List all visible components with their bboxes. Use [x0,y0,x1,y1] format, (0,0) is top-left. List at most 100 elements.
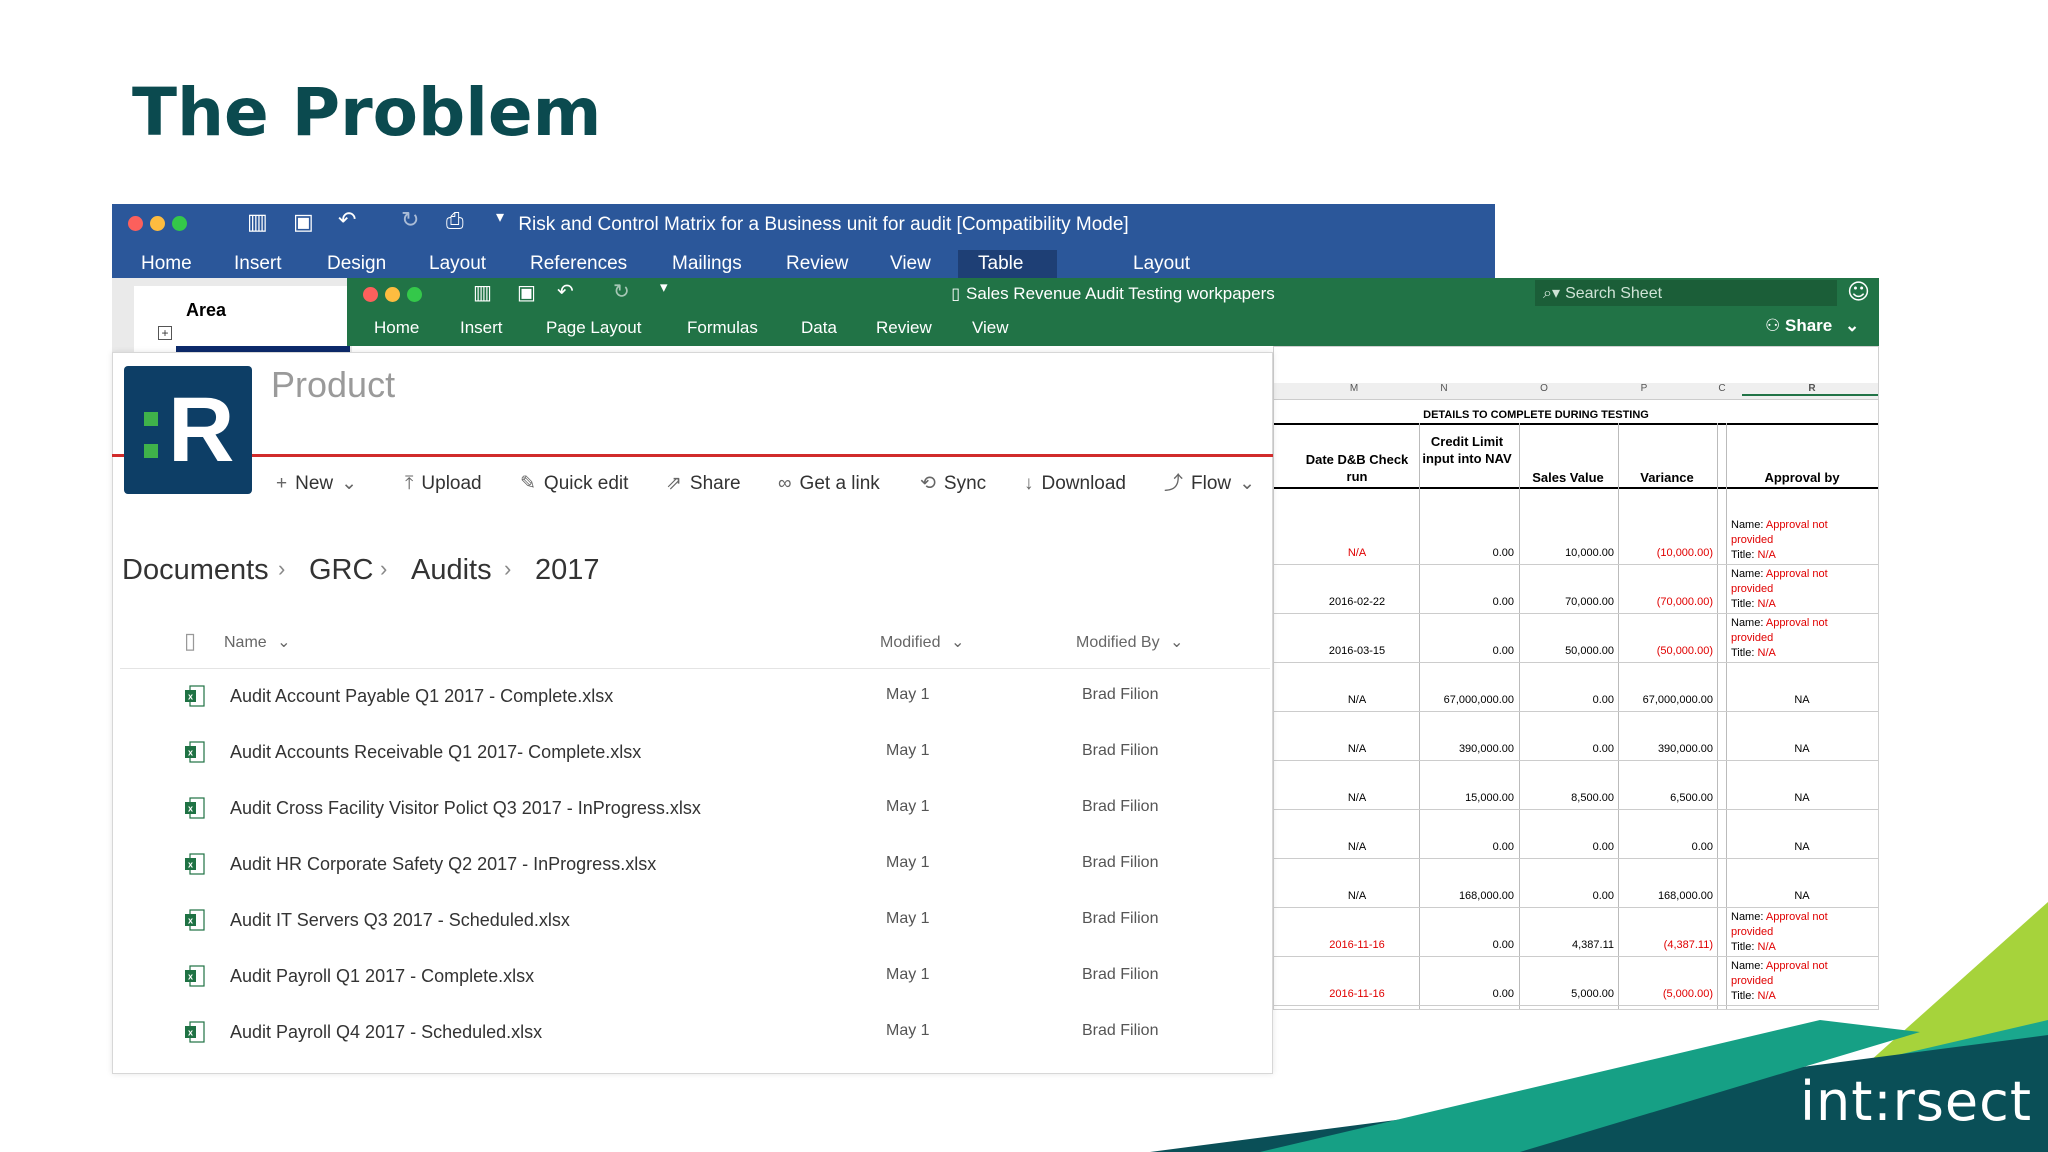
quick-edit-command[interactable]: ✎ Quick edit [520,472,628,496]
excel-sheet-grid[interactable]: M N O P C R DETAILS TO COMPLETE DURING T… [1273,346,1879,1010]
cell-variance[interactable]: (70,000.00) [1619,596,1713,608]
cell-credit-limit[interactable]: 0.00 [1420,645,1514,657]
share-command[interactable]: ⇗ Share [666,472,741,496]
cell-date-check[interactable]: 2016-02-22 [1296,596,1418,608]
file-name[interactable]: Audit Payroll Q1 2017 - Complete.xlsx [230,966,534,987]
cell-variance[interactable]: 0.00 [1619,841,1713,853]
cell-sales-value[interactable]: 0.00 [1520,841,1614,853]
cell-date-check[interactable]: 2016-11-16 [1296,939,1418,951]
cell-date-check[interactable]: N/A [1296,547,1418,559]
cell-variance[interactable]: (5,000.00) [1619,988,1713,1000]
cell-credit-limit[interactable]: 0.00 [1420,596,1514,608]
excel-tab-view[interactable]: View [972,318,1009,338]
column-header-o[interactable]: O [1514,383,1574,394]
cell-credit-limit[interactable]: 0.00 [1420,841,1514,853]
list-item[interactable]: x Audit Cross Facility Visitor Polict Q3 … [120,797,1270,854]
cell-sales-value[interactable]: 5,000.00 [1520,988,1614,1000]
excel-tab-data[interactable]: Data [801,318,837,338]
cell-approval[interactable]: NA [1727,792,1877,804]
file-name[interactable]: Audit Accounts Receivable Q1 2017- Compl… [230,742,641,763]
cell-sales-value[interactable]: 0.00 [1520,694,1614,706]
cell-approval[interactable]: NA [1727,890,1877,902]
word-tab-table-layout[interactable]: Layout [1133,250,1190,278]
file-name[interactable]: Audit Account Payable Q1 2017 - Complete… [230,686,613,707]
file-name[interactable]: Audit Cross Facility Visitor Polict Q3 2… [230,798,701,819]
word-tab-review[interactable]: Review [786,250,848,278]
excel-tab-insert[interactable]: Insert [460,318,503,338]
column-header-n[interactable]: N [1414,383,1474,394]
cell-sales-value[interactable]: 0.00 [1520,743,1614,755]
sync-command[interactable]: ⟲ Sync [920,472,986,496]
cell-credit-limit[interactable]: 168,000.00 [1420,890,1514,902]
word-tab-mailings[interactable]: Mailings [672,250,742,278]
column-header-c[interactable]: C [1714,383,1730,394]
cell-credit-limit[interactable]: 0.00 [1420,547,1514,559]
cell-sales-value[interactable]: 70,000.00 [1520,596,1614,608]
file-name[interactable]: Audit HR Corporate Safety Q2 2017 - InPr… [230,854,656,875]
column-header-p[interactable]: P [1614,383,1674,394]
cell-approval[interactable]: Name: Approval not provided Title: N/A [1731,910,1856,955]
excel-tab-formulas[interactable]: Formulas [687,318,758,338]
cell-date-check[interactable]: N/A [1296,792,1418,804]
cell-date-check[interactable]: 2016-03-15 [1296,645,1418,657]
cell-credit-limit[interactable]: 0.00 [1420,939,1514,951]
share-button[interactable]: ⚇ Share ⌄ [1765,316,1859,336]
search-sheet-box[interactable]: ⌕▾ Search Sheet [1535,280,1837,306]
cell-credit-limit[interactable]: 15,000.00 [1420,792,1514,804]
word-tab-home[interactable]: Home [141,250,192,278]
word-tab-table-design[interactable]: Table Design [958,250,1058,302]
get-a-link-command[interactable]: ∞ Get a link [778,472,880,496]
excel-tab-home[interactable]: Home [374,318,419,338]
cell-approval[interactable]: NA [1727,743,1877,755]
site-name[interactable]: Product [271,364,395,406]
file-name[interactable]: Audit IT Servers Q3 2017 - Scheduled.xls… [230,910,570,931]
column-header-name[interactable]: Name ⌄ [224,632,291,652]
smiley-feedback-icon[interactable]: ☺ [1847,280,1870,305]
column-header-m[interactable]: M [1314,383,1394,394]
word-tab-insert[interactable]: Insert [234,250,282,278]
cell-sales-value[interactable]: 8,500.00 [1520,792,1614,804]
cell-sales-value[interactable]: 0.00 [1520,890,1614,902]
cell-variance[interactable]: (4,387.11) [1619,939,1713,951]
list-item[interactable]: x Audit IT Servers Q3 2017 - Scheduled.xl… [120,909,1270,966]
file-name[interactable]: Audit Payroll Q4 2017 - Scheduled.xlsx [230,1022,542,1043]
cell-date-check[interactable]: N/A [1296,890,1418,902]
list-item[interactable]: x Audit HR Corporate Safety Q2 2017 - InP… [120,853,1270,910]
table-move-handle-icon[interactable]: + [158,326,172,340]
cell-sales-value[interactable]: 50,000.00 [1520,645,1614,657]
file-type-icon[interactable]: ▯ [184,628,196,654]
cell-variance[interactable]: (50,000.00) [1619,645,1713,657]
breadcrumb-documents[interactable]: Documents [122,554,269,587]
cell-variance[interactable]: 6,500.00 [1619,792,1713,804]
column-header-modified-by[interactable]: Modified By ⌄ [1076,632,1183,652]
list-item[interactable]: x Audit Payroll Q1 2017 - Complete.xlsx Ma… [120,965,1270,1022]
breadcrumb-grc[interactable]: GRC [309,554,373,587]
column-header-modified[interactable]: Modified ⌄ [880,632,964,652]
upload-command[interactable]: ⤒ Upload [405,472,482,496]
cell-approval[interactable]: NA [1727,694,1877,706]
cell-date-check[interactable]: N/A [1296,841,1418,853]
site-logo[interactable]: R [124,366,252,494]
cell-variance[interactable]: 390,000.00 [1619,743,1713,755]
cell-date-check[interactable]: N/A [1296,743,1418,755]
cell-credit-limit[interactable]: 0.00 [1420,988,1514,1000]
word-tab-layout[interactable]: Layout [429,250,486,278]
cell-sales-value[interactable]: 10,000.00 [1520,547,1614,559]
breadcrumb-audits[interactable]: Audits [411,554,492,587]
cell-approval[interactable]: NA [1727,841,1877,853]
word-tab-view[interactable]: View [890,250,931,278]
excel-tab-page-layout[interactable]: Page Layout [546,318,641,338]
word-tab-design[interactable]: Design [327,250,386,278]
cell-variance[interactable]: 67,000,000.00 [1619,694,1713,706]
new-command[interactable]: + New ⌄ [276,472,365,496]
word-tab-references[interactable]: References [530,250,627,278]
flow-command[interactable]: ⤴ Flow ⌄ [1164,472,1263,496]
list-item[interactable]: x Audit Accounts Receivable Q1 2017- Comp… [120,741,1270,798]
cell-sales-value[interactable]: 4,387.11 [1520,939,1614,951]
cell-credit-limit[interactable]: 67,000,000.00 [1420,694,1514,706]
excel-tab-review[interactable]: Review [876,318,932,338]
cell-approval[interactable]: Name: Approval not provided Title: N/A [1731,518,1856,563]
list-item[interactable]: x Audit Payroll Q4 2017 - Scheduled.xlsx M… [120,1021,1270,1078]
cell-date-check[interactable]: 2016-11-16 [1296,988,1418,1000]
cell-approval[interactable]: Name: Approval not provided Title: N/A [1731,567,1856,612]
